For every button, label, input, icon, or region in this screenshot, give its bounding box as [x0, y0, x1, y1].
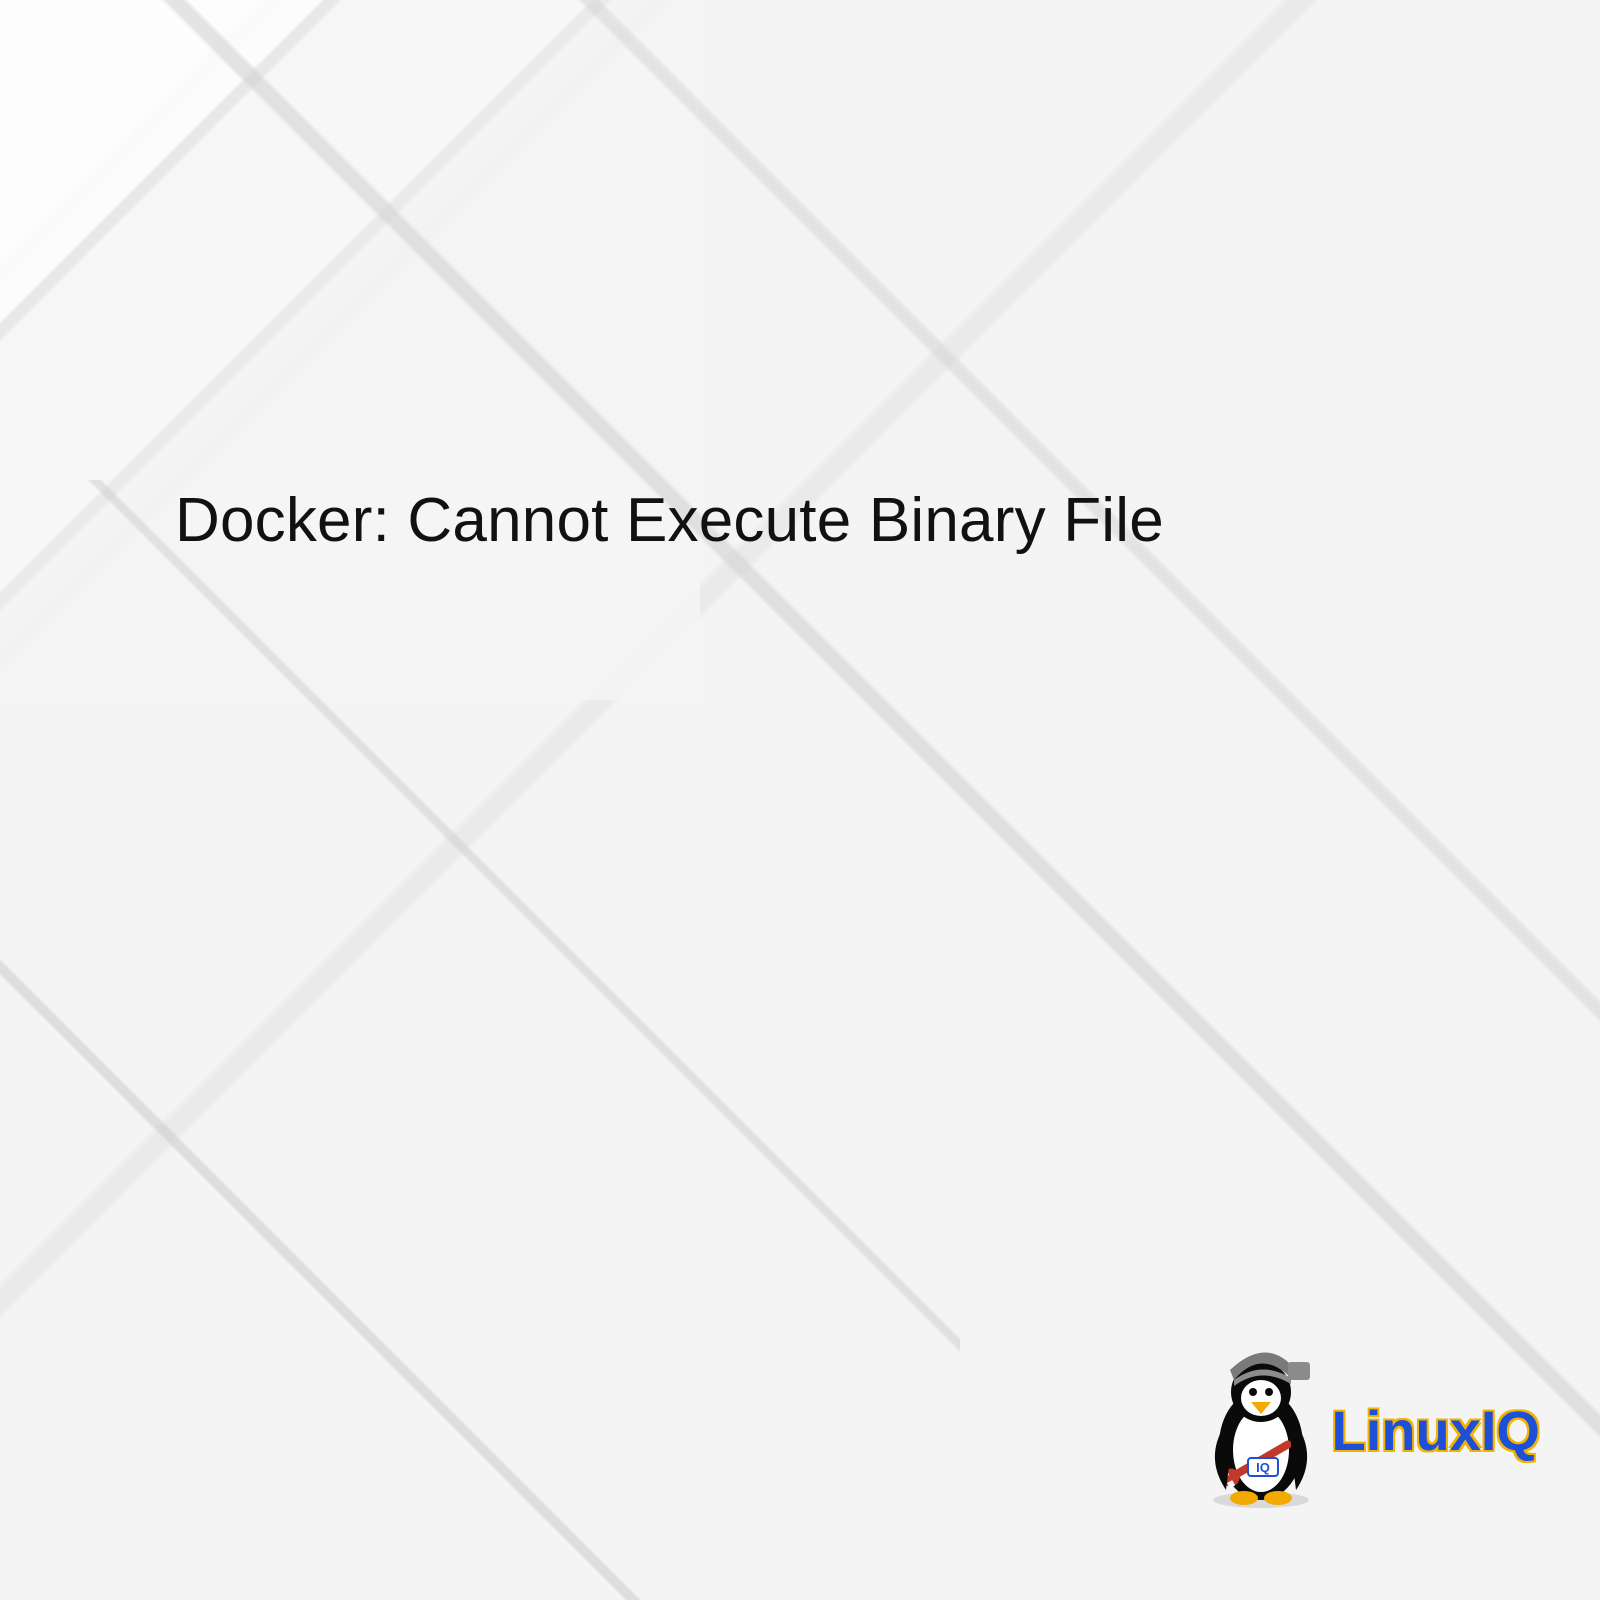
page-title: Docker: Cannot Execute Binary File [175, 485, 1295, 556]
logo-badge-text: IQ [1256, 1460, 1270, 1475]
logo-text: LinuxIQ [1332, 1398, 1540, 1463]
penguin-icon: IQ [1196, 1350, 1326, 1510]
site-logo: IQ LinuxIQ [1196, 1350, 1540, 1510]
background-diagonal-2 [0, 480, 960, 1600]
